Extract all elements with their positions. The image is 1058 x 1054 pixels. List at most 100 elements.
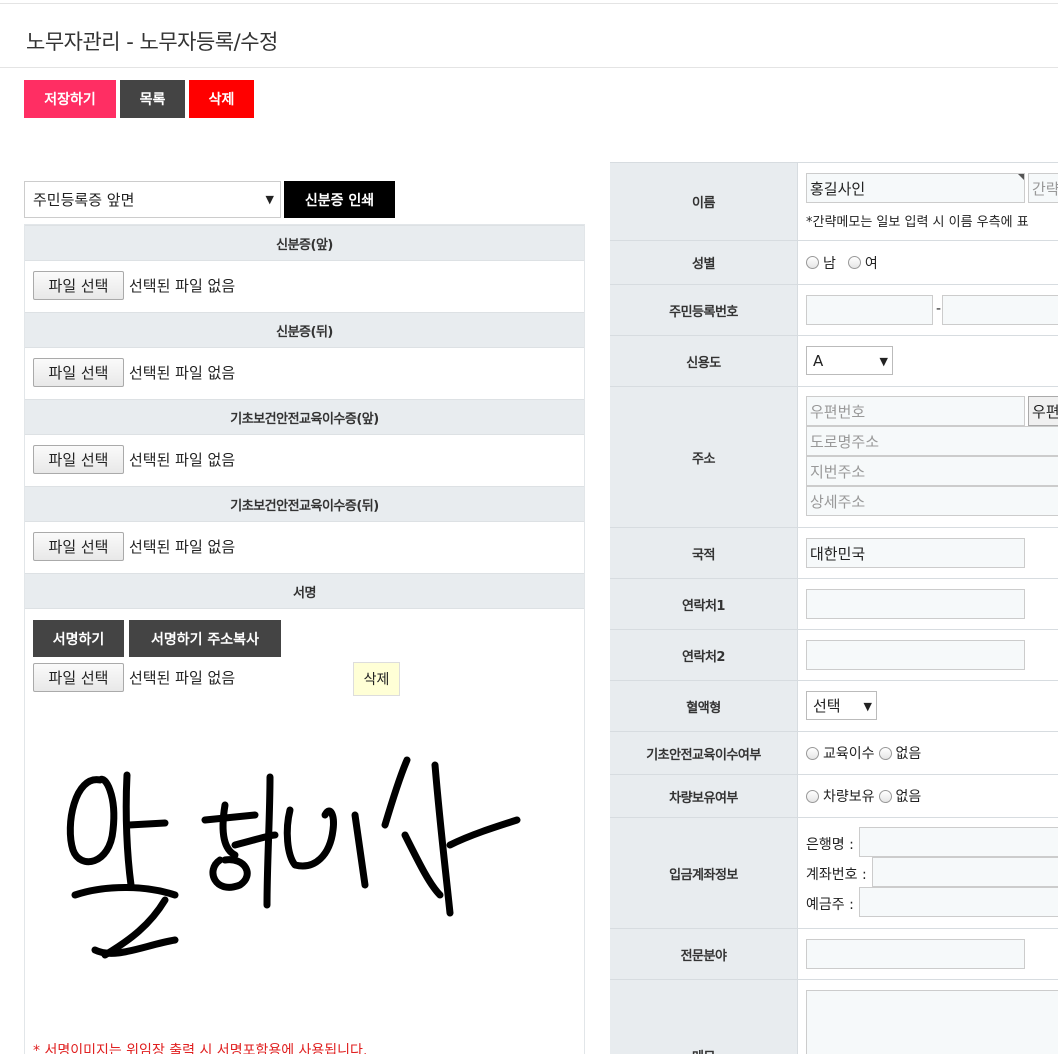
radio-icon: [806, 789, 819, 803]
credit-value: A: [813, 351, 824, 370]
file-input-edu-front[interactable]: 파일 선택 선택된 파일 없음: [33, 445, 235, 474]
row-credit: 신용도 A ▼: [610, 336, 1058, 387]
signature-delete-button[interactable]: 삭제: [353, 662, 400, 696]
label-vehicle: 차량보유여부: [610, 775, 798, 817]
contact2-input[interactable]: [806, 640, 1025, 670]
credit-select[interactable]: A ▼: [806, 346, 893, 375]
detail-address-input[interactable]: 상세주소: [806, 486, 1058, 516]
sign-button[interactable]: 서명하기: [33, 620, 124, 657]
account-holder-input[interactable]: [859, 887, 1058, 917]
worker-form-table: 이름 홍길사인 간략 *간략메모는 일보 입력 시 이름 우측에 표 성별 남 …: [610, 162, 1058, 1054]
row-specialty: 전문분야: [610, 929, 1058, 980]
rrn-front-input[interactable]: [806, 295, 933, 325]
label-address: 주소: [610, 387, 798, 527]
road-address-input[interactable]: 도로명주소: [806, 426, 1058, 456]
caret-down-icon: ▼: [879, 355, 888, 368]
sign-copy-link-button[interactable]: 서명하기 주소복사: [129, 620, 281, 657]
account-holder-label: 예금주 :: [806, 897, 854, 913]
file-status: 선택된 파일 없음: [129, 364, 236, 382]
row-nationality: 국적 대한민국: [610, 528, 1058, 579]
page-title: 노무자관리 - 노무자등록/수정: [26, 30, 278, 54]
delete-button[interactable]: 삭제: [189, 80, 254, 118]
file-select-button[interactable]: 파일 선택: [33, 358, 124, 387]
file-input-id-back[interactable]: 파일 선택 선택된 파일 없음: [33, 358, 235, 387]
vehicle-owned-radio[interactable]: 차량보유: [806, 786, 875, 806]
top-border: [0, 3, 1058, 4]
radio-label: 없음: [895, 746, 922, 762]
specialty-input[interactable]: [806, 939, 1025, 969]
name-memo-input[interactable]: 간략: [1028, 173, 1058, 203]
education-done-radio[interactable]: 교육이수: [806, 743, 875, 763]
zip-search-button[interactable]: 우편: [1028, 396, 1058, 426]
radio-label: 교육이수: [823, 746, 875, 762]
row-blood: 혈액형 선택 ▼: [610, 681, 1058, 732]
corner-marker-icon: [1018, 174, 1024, 180]
file-select-button[interactable]: 파일 선택: [33, 663, 124, 692]
file-select-button[interactable]: 파일 선택: [33, 271, 124, 300]
signature-image: [66, 756, 521, 959]
document-type-value: 주민등록증 앞면: [33, 191, 135, 209]
row-address: 주소 우편번호 우편 도로명주소 지번주소 상세주소: [610, 387, 1058, 528]
row-education: 기초안전교육이수여부 교육이수 없음: [610, 732, 1058, 775]
label-name: 이름: [610, 163, 798, 240]
radio-icon: [878, 746, 892, 760]
name-value: 홍길사인: [810, 179, 866, 198]
file-input-signature[interactable]: 파일 선택 선택된 파일 없음: [33, 663, 235, 692]
row-memo: 메모: [610, 980, 1058, 1054]
memo-textarea[interactable]: [806, 990, 1058, 1054]
name-input[interactable]: 홍길사인: [806, 173, 1025, 203]
print-id-button[interactable]: 신분증 인쇄: [284, 181, 395, 218]
blood-type-value: 선택: [813, 697, 841, 715]
rrn-back-input[interactable]: [942, 295, 1058, 325]
file-select-button[interactable]: 파일 선택: [33, 445, 124, 474]
nationality-input[interactable]: 대한민국: [806, 538, 1025, 568]
gender-male-radio[interactable]: 남: [806, 253, 836, 273]
bank-name-input[interactable]: [859, 827, 1058, 857]
radio-icon: [806, 256, 819, 269]
label-rrn: 주민등록번호: [610, 285, 798, 335]
list-button[interactable]: 목록: [120, 80, 185, 118]
file-status: 선택된 파일 없음: [129, 451, 236, 469]
document-type-select[interactable]: 주민등록증 앞면 ▼: [24, 181, 281, 218]
radio-label: 남: [823, 255, 836, 272]
contact1-input[interactable]: [806, 589, 1025, 619]
gender-female-radio[interactable]: 여: [847, 253, 878, 273]
radio-icon: [847, 256, 861, 269]
label-blood: 혈액형: [610, 681, 798, 731]
file-status: 선택된 파일 없음: [129, 277, 236, 295]
label-bank: 입금계좌정보: [610, 818, 798, 928]
label-nationality: 국적: [610, 528, 798, 578]
file-select-button[interactable]: 파일 선택: [33, 532, 124, 561]
blood-type-select[interactable]: 선택 ▼: [806, 691, 877, 720]
label-contact1: 연락처1: [610, 579, 798, 629]
radio-label: 차량보유: [823, 789, 875, 805]
label-specialty: 전문분야: [610, 929, 798, 979]
caret-down-icon: ▼: [863, 700, 872, 713]
rrn-separator: -: [936, 301, 942, 317]
radio-icon: [878, 789, 892, 803]
section-header-edu-back: 기초보건안전교육이수증(뒤): [25, 486, 584, 522]
bank-name-label: 은행명 :: [806, 837, 854, 853]
label-memo: 메모: [610, 980, 798, 1054]
file-input-id-front[interactable]: 파일 선택 선택된 파일 없음: [33, 271, 235, 300]
document-upload-table: 신분증(앞) 파일 선택 선택된 파일 없음 신분증(뒤) 파일 선택 선택된 …: [24, 224, 585, 1054]
signature-note: * 서명이미지는 위임장 출력 시 서명포함용에 사용됩니다.: [33, 1043, 368, 1054]
label-credit: 신용도: [610, 336, 798, 386]
education-none-radio[interactable]: 없음: [878, 743, 922, 763]
account-number-input[interactable]: [872, 857, 1058, 887]
jibun-address-input[interactable]: 지번주소: [806, 456, 1058, 486]
title-divider: [0, 67, 1058, 68]
label-education: 기초안전교육이수여부: [610, 732, 798, 774]
radio-label: 여: [864, 255, 878, 272]
account-number-label: 계좌번호 :: [806, 867, 867, 883]
zip-input[interactable]: 우편번호: [806, 396, 1025, 426]
label-contact2: 연락처2: [610, 630, 798, 680]
section-header-id-front: 신분증(앞): [25, 225, 584, 261]
file-input-edu-back[interactable]: 파일 선택 선택된 파일 없음: [33, 532, 235, 561]
vehicle-none-radio[interactable]: 없음: [878, 786, 921, 806]
row-vehicle: 차량보유여부 차량보유 없음: [610, 775, 1058, 818]
row-gender: 성별 남 여: [610, 241, 1058, 285]
caret-down-icon: ▼: [265, 193, 274, 206]
section-header-signature: 서명: [25, 573, 584, 609]
save-button[interactable]: 저장하기: [24, 80, 116, 118]
